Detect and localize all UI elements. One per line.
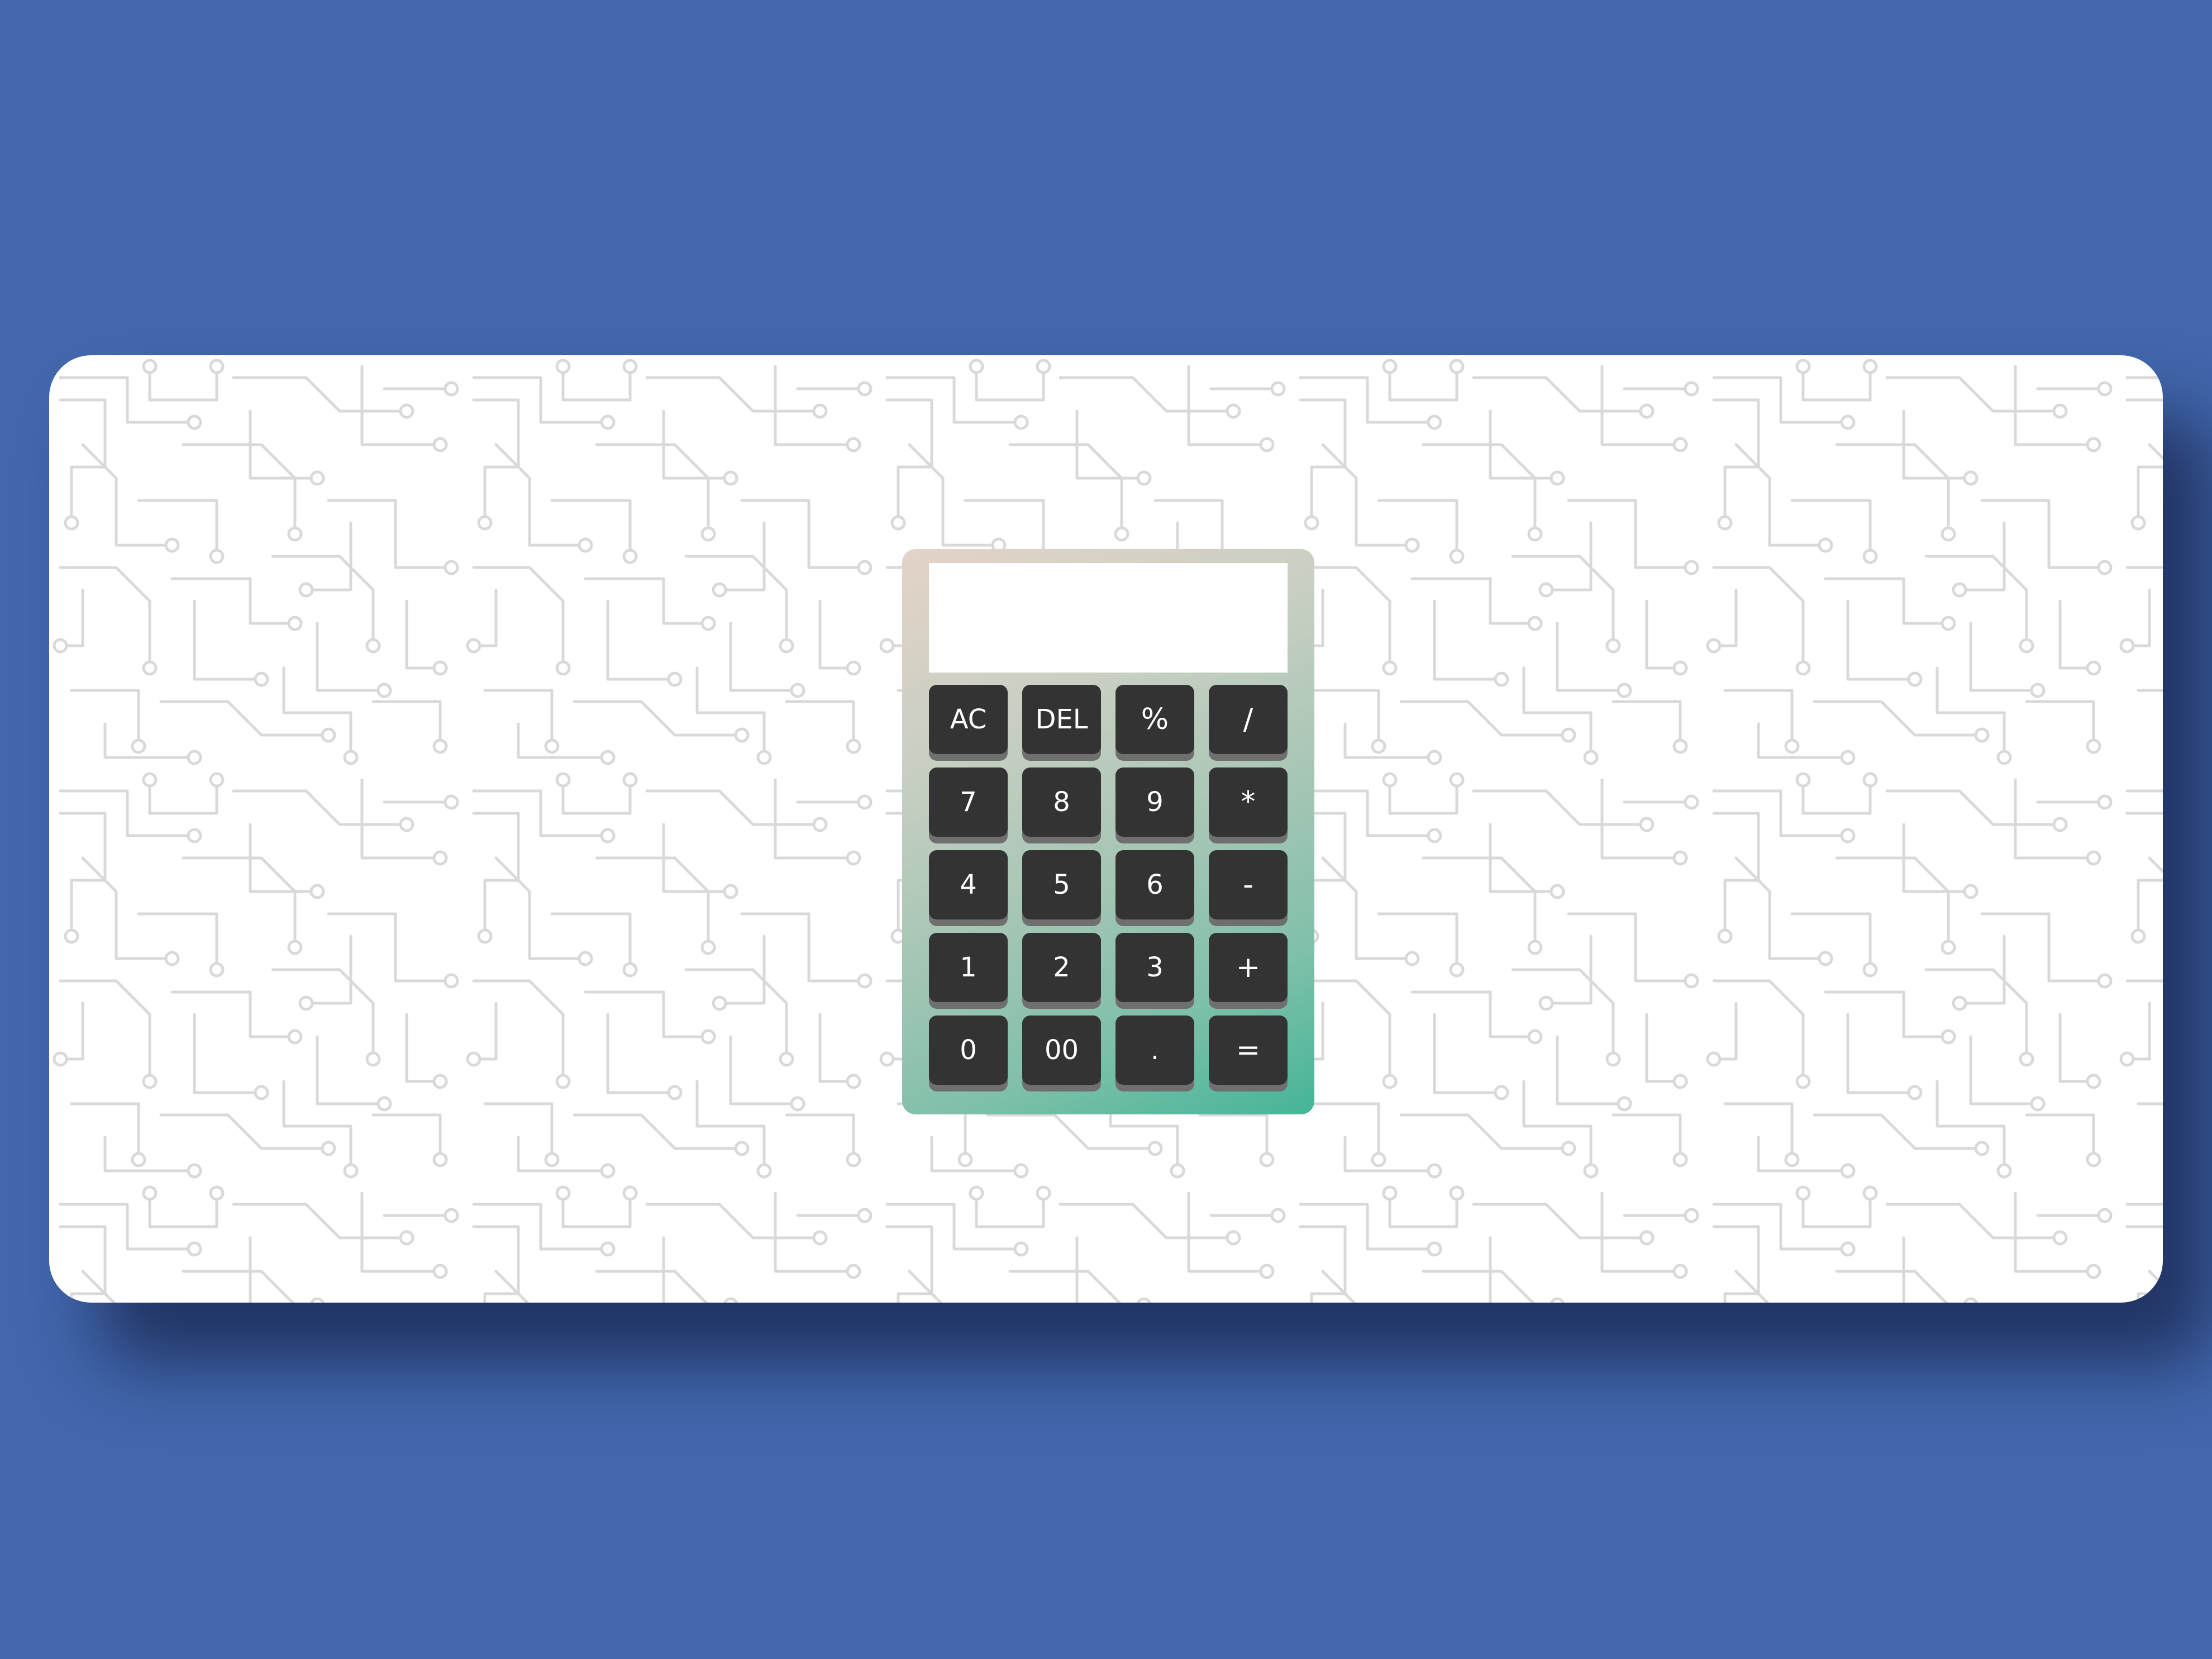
digit-6-button[interactable]: 6	[1115, 850, 1194, 919]
app-window: AC DEL % / 7 8 9 * 4 5 6 - 1 2 3 + 0 00 …	[49, 355, 2163, 1303]
divide-button[interactable]: /	[1209, 685, 1288, 754]
multiply-button[interactable]: *	[1209, 767, 1288, 837]
digit-4-button[interactable]: 4	[929, 850, 1008, 919]
digit-3-button[interactable]: 3	[1115, 933, 1194, 1002]
digit-5-button[interactable]: 5	[1022, 850, 1101, 919]
digit-0-button[interactable]: 0	[929, 1016, 1008, 1085]
delete-button[interactable]: DEL	[1022, 685, 1101, 754]
double-zero-button[interactable]: 00	[1022, 1016, 1101, 1085]
clear-button[interactable]: AC	[929, 685, 1008, 754]
digit-1-button[interactable]: 1	[929, 933, 1008, 1002]
equals-button[interactable]: =	[1209, 1016, 1288, 1085]
calculator-display[interactable]	[929, 563, 1288, 673]
percent-button[interactable]: %	[1115, 685, 1194, 754]
digit-9-button[interactable]: 9	[1115, 767, 1194, 837]
digit-8-button[interactable]: 8	[1022, 767, 1101, 837]
page-background: AC DEL % / 7 8 9 * 4 5 6 - 1 2 3 + 0 00 …	[0, 0, 2212, 1659]
add-button[interactable]: +	[1209, 933, 1288, 1002]
calculator: AC DEL % / 7 8 9 * 4 5 6 - 1 2 3 + 0 00 …	[902, 549, 1314, 1114]
digit-7-button[interactable]: 7	[929, 767, 1008, 837]
decimal-button[interactable]: .	[1115, 1016, 1194, 1085]
subtract-button[interactable]: -	[1209, 850, 1288, 919]
keypad: AC DEL % / 7 8 9 * 4 5 6 - 1 2 3 + 0 00 …	[929, 685, 1288, 1085]
digit-2-button[interactable]: 2	[1022, 933, 1101, 1002]
